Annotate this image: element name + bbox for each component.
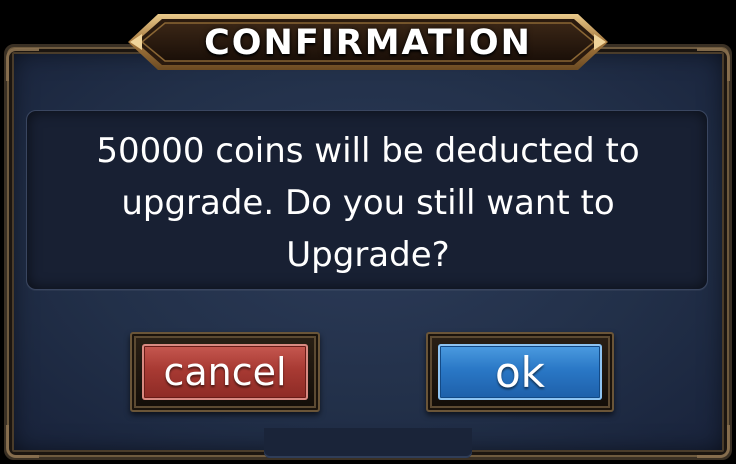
message-panel: 50000 coins will be deducted to upgrade.… xyxy=(26,110,708,290)
dialog-bottom-tab xyxy=(264,428,472,458)
dialog-title: CONFIRMATION xyxy=(204,23,532,63)
cancel-button[interactable]: cancel xyxy=(142,344,308,400)
confirmation-dialog: CONFIRMATION 50000 coins will be deducte… xyxy=(0,0,736,464)
ornament-corner-top-right xyxy=(697,48,730,81)
ok-button-frame: ok xyxy=(426,332,614,412)
ornament-corner-top-left xyxy=(6,48,39,81)
cancel-button-frame: cancel xyxy=(130,332,320,412)
confirmation-message: 50000 coins will be deducted to upgrade.… xyxy=(96,131,640,275)
ornament-corner-bottom-right xyxy=(697,425,730,458)
ok-button[interactable]: ok xyxy=(438,344,602,400)
ornament-corner-bottom-left xyxy=(6,425,39,458)
title-banner: CONFIRMATION xyxy=(128,6,608,78)
